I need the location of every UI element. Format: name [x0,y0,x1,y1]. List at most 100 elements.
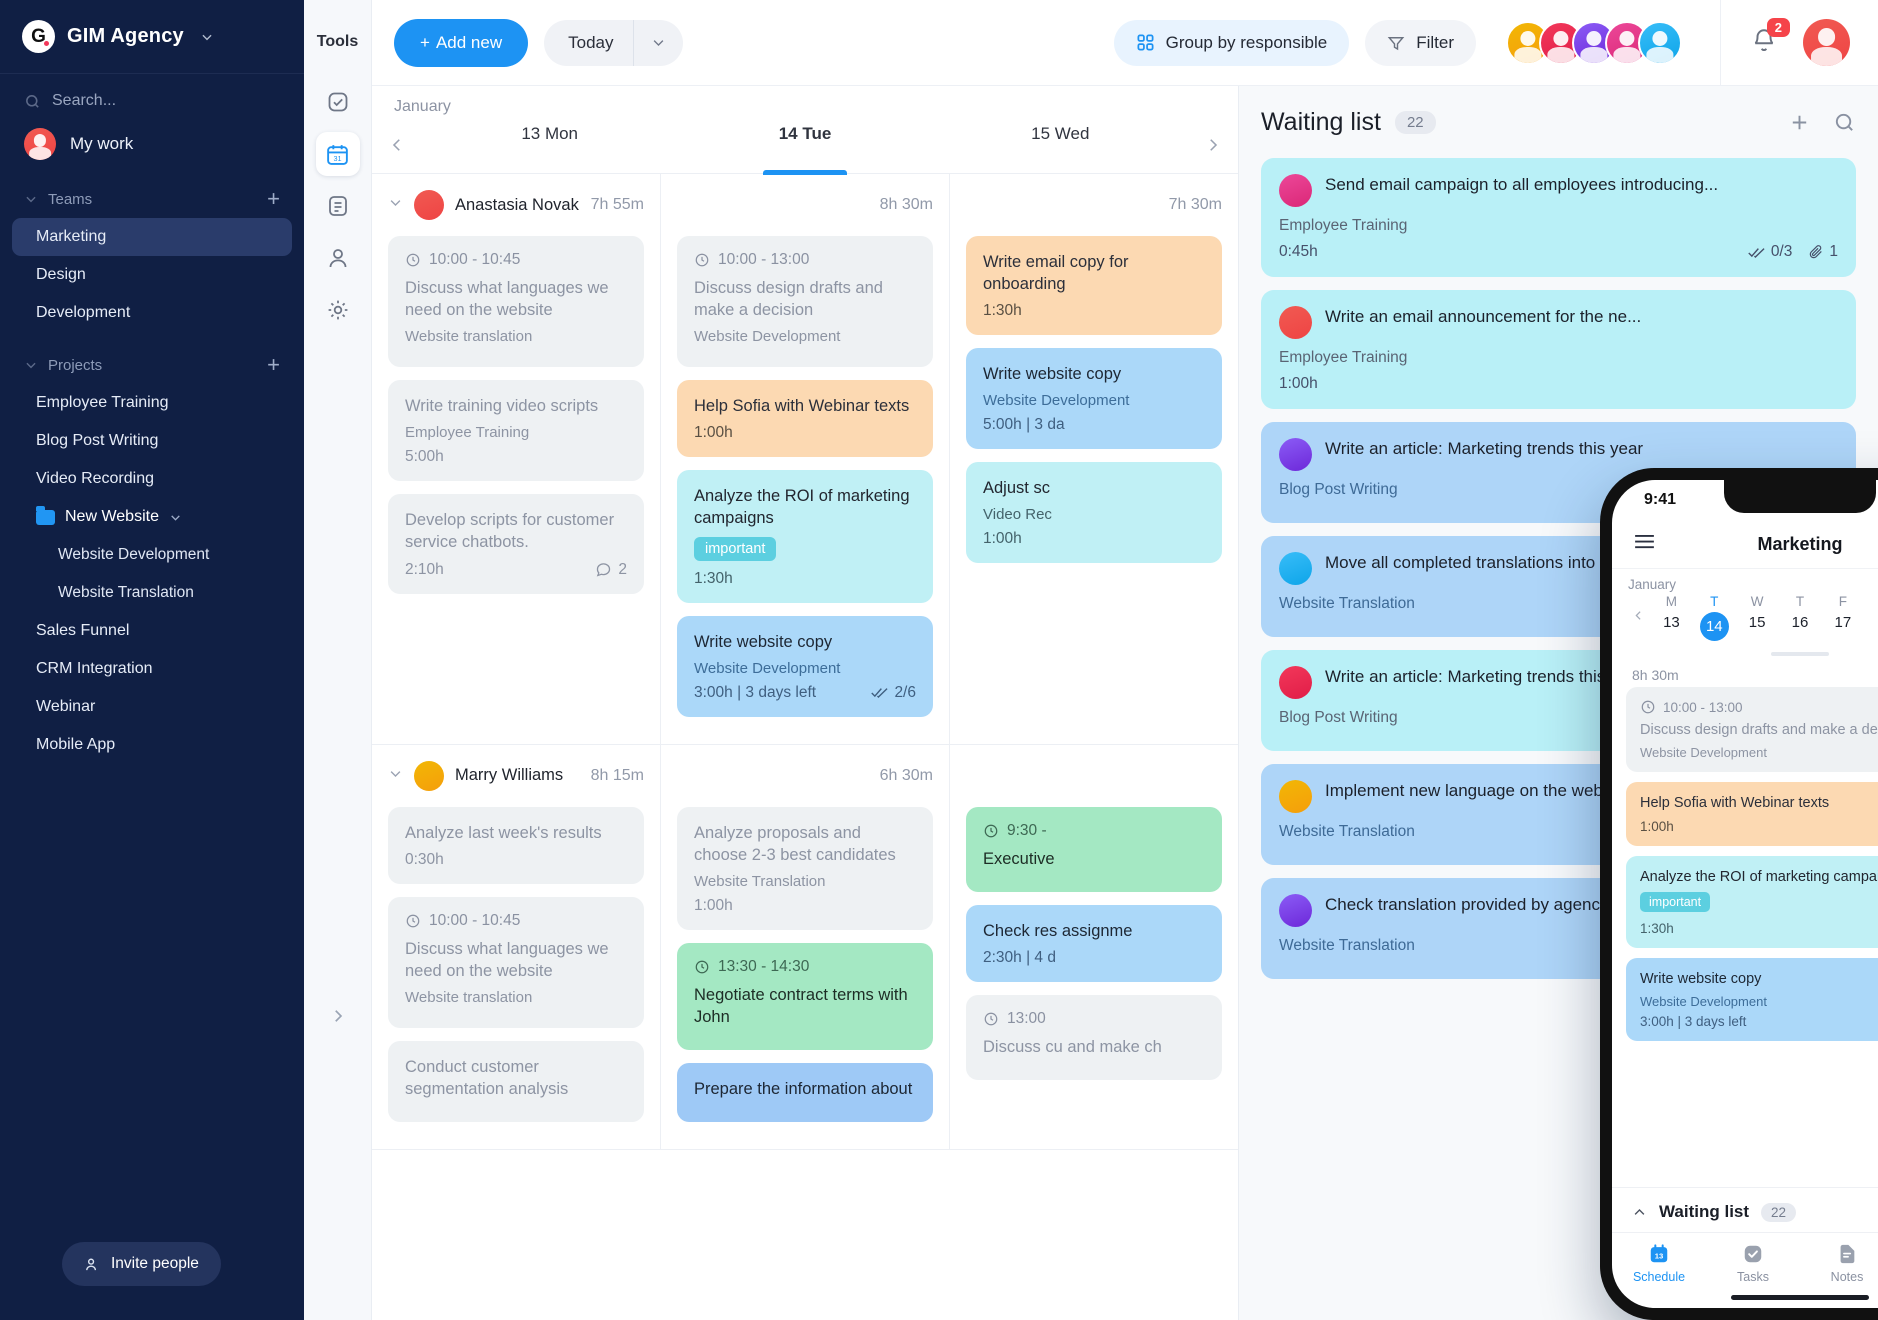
expand-rail-button[interactable] [324,1002,352,1030]
next-day-button[interactable] [1188,116,1238,173]
group-total-time: 8h 30m [879,196,933,213]
rail-tasks-button[interactable] [316,80,360,124]
task-card[interactable]: Analyze the ROI of marketing campaigns im… [677,470,933,603]
plus-icon: + [420,32,430,52]
day-tab-15-wed[interactable]: 15 Wed [933,116,1188,173]
phone-prev-week-button[interactable] [1628,609,1648,627]
sidebar-item-my-work[interactable]: My work [0,116,304,166]
invite-people-button[interactable]: Invite people [62,1242,221,1286]
user-avatar[interactable] [1803,19,1850,66]
task-card[interactable]: Check res assignme 2:30h | 4 d [966,904,1222,982]
task-card[interactable]: 13:30 - 14:30 Negotiate contract terms wi… [677,942,933,1051]
phone-task-card[interactable]: Analyze the ROI of marketing campaigns im… [1626,855,1878,948]
phone-daynumber-label: 16 [1791,614,1809,631]
group-by-responsible-button[interactable]: Group by responsible [1113,19,1350,66]
search-input[interactable]: Search... [0,74,304,116]
group-header: Marry Williams 8h 15m [388,745,644,807]
collapse-group-button[interactable] [388,195,403,215]
sidebar-item-sales-funnel[interactable]: Sales Funnel [12,612,292,650]
avatar [414,190,444,220]
task-card[interactable]: Adjust sc Video Rec 1:00h [966,462,1222,564]
task-card[interactable]: 10:00 - 10:45 Discuss what languages we n… [388,236,644,368]
teams-section-header[interactable]: Teams + [0,166,304,218]
projects-section-header[interactable]: Projects + [0,332,304,384]
notifications-button[interactable]: 2 [1751,18,1790,58]
phone-task-card[interactable]: Write website copy Website Development 3:0… [1626,957,1878,1042]
add-team-button[interactable]: + [267,188,280,210]
sidebar-item-crm-integration[interactable]: CRM Integration [12,650,292,688]
task-card[interactable]: 10:00 - 13:00 Discuss design drafts and m… [677,236,933,368]
phone-week-day[interactable]: T 14 [1693,594,1736,641]
rail-settings-button[interactable] [316,288,360,332]
sidebar-folder-new-website[interactable]: New Website [12,498,292,536]
task-card[interactable]: Write training video scripts Employee Tra… [388,380,644,482]
workspace-switcher[interactable]: G GIM Agency [0,0,304,74]
drag-handle[interactable] [1771,652,1829,656]
phone-week-day[interactable]: M 13 [1650,594,1693,641]
phone-waiting-count: 22 [1761,1202,1797,1222]
phone-week-day[interactable]: F 17 [1821,594,1864,641]
task-card[interactable]: Help Sofia with Webinar texts 1:00h [677,380,933,458]
responsible-name: Anastasia Novak [455,195,579,214]
clock-icon [695,253,709,267]
sidebar-item-development[interactable]: Development [12,294,292,332]
collapse-group-button[interactable] [388,766,403,786]
phone-week-day[interactable]: S 18 [1864,594,1878,641]
sidebar-item-design[interactable]: Design [12,256,292,294]
task-card[interactable]: Write website copy Website Development 3:0… [677,615,933,717]
task-card[interactable]: 10:00 - 10:45 Discuss what languages we n… [388,896,644,1028]
task-card[interactable]: Analyze proposals and choose 2-3 best ca… [677,806,933,930]
phone-task-tag: important [1640,891,1711,912]
sidebar-item-video-recording[interactable]: Video Recording [12,460,292,498]
add-project-button[interactable]: + [267,354,280,376]
phone-tab-notes[interactable]: Notes [1800,1243,1878,1284]
phone-tab-schedule[interactable]: 13 Schedule [1612,1243,1706,1284]
prev-day-button[interactable] [372,116,422,173]
task-title: Executive [983,849,1055,868]
sidebar-item-marketing[interactable]: Marketing [12,218,292,256]
sidebar-item-blog-post-writing[interactable]: Blog Post Writing [12,422,292,460]
waiting-item-header: Write an email announcement for the ne..… [1279,306,1838,339]
plus-icon[interactable] [1788,111,1811,134]
task-card[interactable]: 13:00 Discuss cu and make ch [966,994,1222,1080]
task-card[interactable]: Develop scripts for customer service cha… [388,494,644,594]
phone-week-day[interactable]: T 16 [1779,594,1822,641]
task-card[interactable]: 9:30 - Executive [966,806,1222,892]
avatar[interactable] [1638,20,1682,65]
sidebar-item-mobile-app[interactable]: Mobile App [12,726,292,764]
today-dropdown-button[interactable] [634,20,683,66]
group-total-time: 6h 30m [879,766,933,784]
menu-icon[interactable] [1634,534,1655,554]
waiting-list-item[interactable]: Write an email announcement for the ne..… [1261,290,1856,409]
task-project: Website Development [983,392,1130,410]
member-avatars[interactable] [1506,20,1682,65]
waiting-item-meta: 1:00h [1279,375,1838,393]
day-tab-14-tue[interactable]: 14 Tue [677,116,932,173]
task-card[interactable]: Conduct customer segmentation analysis [388,1040,644,1123]
sidebar-item-webinar[interactable]: Webinar [12,688,292,726]
filter-button[interactable]: Filter [1365,19,1476,66]
search-icon[interactable] [1833,111,1856,134]
calendar-icon: 13 [1612,1243,1706,1265]
sidebar-item-employee-training[interactable]: Employee Training [12,384,292,422]
rail-people-button[interactable] [316,236,360,280]
phone-tab-tasks[interactable]: Tasks [1706,1243,1800,1284]
day-tab-13-mon[interactable]: 13 Mon [422,116,677,173]
task-card[interactable]: Analyze last week's results 0:30h [388,806,644,884]
avatar [24,128,56,160]
phone-week-day[interactable]: W 15 [1736,594,1779,641]
sidebar-item-website-translation[interactable]: Website Translation [12,574,292,612]
rail-calendar-button[interactable]: 31 [315,132,360,176]
add-new-button[interactable]: + Add new [394,18,529,67]
sidebar-item-website-development[interactable]: Website Development [12,536,292,574]
phone-task-card[interactable]: 10:00 - 13:00 Discuss design drafts and m… [1626,687,1878,773]
phone-task-card[interactable]: Help Sofia with Webinar texts 1:00h [1626,782,1878,846]
task-card[interactable]: Write email copy for onboarding 1:30h [966,236,1222,336]
waiting-list-item[interactable]: Send email campaign to all employees int… [1261,158,1856,277]
phone-tab-label: Notes [1830,1270,1864,1284]
rail-notes-button[interactable] [316,184,360,228]
phone-waiting-list-bar[interactable]: Waiting list 22 [1612,1187,1878,1232]
task-card[interactable]: Prepare the information about [677,1063,933,1123]
task-card[interactable]: Write website copy Website Development 5:0… [966,348,1222,450]
today-button[interactable]: Today [544,19,684,66]
